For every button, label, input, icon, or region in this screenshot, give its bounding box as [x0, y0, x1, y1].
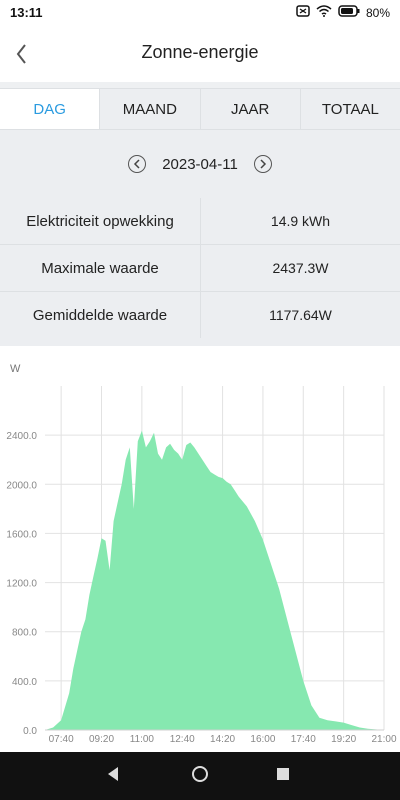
- x-tick-label: 14:20: [210, 734, 235, 745]
- battery-percent: 80%: [365, 5, 390, 20]
- stat-label: Maximale waarde: [0, 245, 201, 291]
- y-tick-label: 2000.0: [6, 480, 37, 491]
- power-chart[interactable]: W 0.0 400.0 800.0 1200.0 1600.0 2000.0 2400.0 07…: [0, 346, 400, 752]
- next-date-button[interactable]: [253, 155, 272, 173]
- y-tick-label: 1200.0: [6, 579, 37, 590]
- y-tick-label: 1600.0: [6, 529, 37, 540]
- recents-square-icon[interactable]: [277, 767, 289, 785]
- current-date[interactable]: 2023-04-11: [156, 156, 244, 173]
- back-triangle-icon[interactable]: [106, 766, 120, 787]
- stats-table: Elektriciteit opwekking 14.9 kWh Maximal…: [0, 198, 400, 346]
- x-tick-label: 17:40: [291, 734, 316, 745]
- stat-label: Elektriciteit opwekking: [0, 198, 201, 244]
- wifi-icon: [316, 5, 332, 20]
- stat-label: Gemiddelde waarde: [0, 292, 201, 338]
- x-tick-label: 07:40: [49, 734, 74, 745]
- x-tick-label: 19:20: [331, 734, 356, 745]
- tab-day[interactable]: DAG: [0, 89, 100, 129]
- home-circle-icon[interactable]: [191, 765, 209, 788]
- notification-icon: [296, 5, 310, 20]
- y-axis-label: W: [10, 363, 21, 375]
- status-time: 13:11: [10, 5, 43, 20]
- tab-total[interactable]: TOTAAL: [299, 89, 400, 129]
- power-chart-svg: W 0.0 400.0 800.0 1200.0 1600.0 2000.0 2400.0 07…: [6, 363, 397, 745]
- status-bar: 13:11 80%: [0, 0, 400, 26]
- stat-value: 14.9 kWh: [270, 213, 331, 229]
- stats-row: Maximale waarde 2437.3W: [0, 245, 400, 292]
- app-header: Zonne-energie: [0, 26, 400, 82]
- x-tick-label: 11:00: [130, 734, 155, 745]
- status-icons: 80%: [296, 5, 390, 20]
- x-tick-label: 16:00: [250, 734, 275, 745]
- tab-year[interactable]: JAAR: [199, 89, 300, 129]
- tab-month[interactable]: MAAND: [99, 89, 199, 129]
- stat-value: 2437.3W: [272, 260, 329, 276]
- y-tick-label: 2400.0: [6, 431, 37, 442]
- date-navigator: 2023-04-11: [0, 130, 400, 198]
- stats-row: Gemiddelde waarde 1177.64W: [0, 292, 400, 338]
- page-title: Zonne-energie: [141, 42, 259, 62]
- x-tick-label: 12:40: [170, 734, 195, 745]
- y-tick-label: 0.0: [23, 726, 37, 737]
- y-tick-label: 400.0: [12, 677, 37, 688]
- stats-row: Elektriciteit opwekking 14.9 kWh: [0, 198, 400, 245]
- x-tick-label: 21:00: [371, 734, 396, 745]
- y-tick-label: 800.0: [12, 628, 37, 639]
- stat-value: 1177.64W: [269, 307, 332, 323]
- period-tabs: DAG MAAND JAAR TOTAAL: [0, 88, 400, 130]
- x-tick-label: 09:20: [89, 734, 114, 745]
- battery-icon: [338, 5, 360, 20]
- series-area: [45, 430, 384, 730]
- previous-date-button[interactable]: [128, 155, 147, 173]
- system-nav-bar: [0, 752, 400, 800]
